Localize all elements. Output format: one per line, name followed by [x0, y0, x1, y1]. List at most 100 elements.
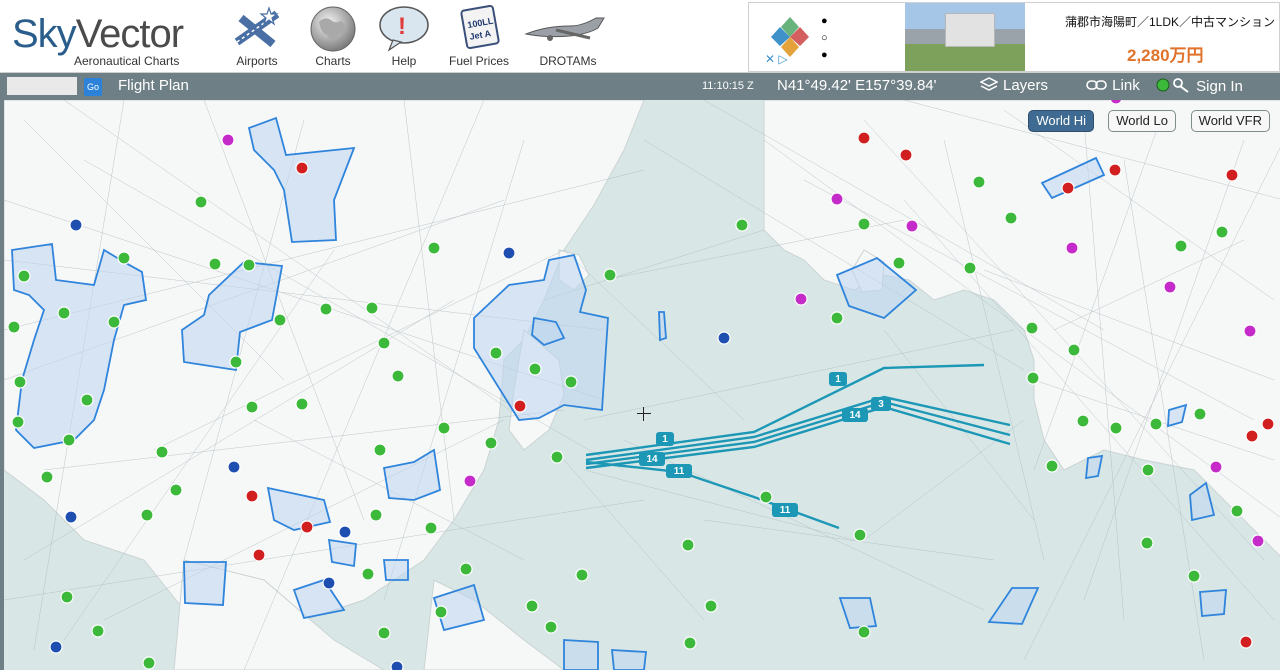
airport-marker[interactable]	[1174, 239, 1188, 253]
airport-marker[interactable]	[735, 218, 749, 232]
airport-marker[interactable]	[338, 525, 352, 539]
track-label[interactable]: 3	[871, 397, 891, 411]
airport-marker[interactable]	[373, 443, 387, 457]
airport-marker[interactable]	[528, 362, 542, 376]
airport-marker[interactable]	[434, 605, 448, 619]
airport-marker[interactable]	[513, 399, 527, 413]
airport-marker[interactable]	[1045, 459, 1059, 473]
airport-marker[interactable]	[857, 625, 871, 639]
airport-marker[interactable]	[484, 436, 498, 450]
airport-marker[interactable]	[1239, 635, 1253, 649]
airport-marker[interactable]	[892, 256, 906, 270]
airport-marker[interactable]	[377, 626, 391, 640]
airport-marker[interactable]	[361, 567, 375, 581]
layers-button[interactable]: Layers	[979, 77, 1048, 94]
airport-marker[interactable]	[575, 568, 589, 582]
airport-marker[interactable]	[1004, 211, 1018, 225]
airport-marker[interactable]	[463, 474, 477, 488]
airport-marker[interactable]	[369, 508, 383, 522]
airport-marker[interactable]	[857, 131, 871, 145]
airport-marker[interactable]	[13, 375, 27, 389]
ad-title[interactable]: 蒲郡市海陽町／1LDK／中古マンション	[1065, 13, 1275, 30]
airport-marker[interactable]	[208, 257, 222, 271]
airport-marker[interactable]	[155, 445, 169, 459]
airport-marker[interactable]	[242, 258, 256, 272]
airport-marker[interactable]	[1215, 225, 1229, 239]
link-button[interactable]: Link	[1086, 77, 1140, 94]
airport-marker[interactable]	[427, 241, 441, 255]
ad-dot[interactable]: ○	[821, 30, 835, 47]
airport-marker[interactable]	[273, 313, 287, 327]
airport-marker[interactable]	[252, 548, 266, 562]
airport-marker[interactable]	[905, 219, 919, 233]
flight-plan-button[interactable]: Flight Plan	[118, 77, 189, 94]
world-vfr-button[interactable]: World VFR	[1190, 110, 1270, 132]
airport-marker[interactable]	[11, 415, 25, 429]
airport-marker[interactable]	[300, 520, 314, 534]
map-canvas[interactable]: 1 1 14 3 14 11 11 World Hi World Lo Worl…	[0, 100, 1280, 670]
airport-marker[interactable]	[681, 538, 695, 552]
airport-marker[interactable]	[544, 620, 558, 634]
nav-drotams[interactable]: DROTAMs	[518, 4, 618, 70]
airport-marker[interactable]	[1163, 280, 1177, 294]
airport-marker[interactable]	[69, 218, 83, 232]
airport-marker[interactable]	[17, 269, 31, 283]
airport-marker[interactable]	[194, 195, 208, 209]
airport-marker[interactable]	[683, 636, 697, 650]
airport-marker[interactable]	[245, 489, 259, 503]
airport-marker[interactable]	[391, 369, 405, 383]
airport-marker[interactable]	[759, 490, 773, 504]
airport-marker[interactable]	[502, 246, 516, 260]
track-label[interactable]: 14	[639, 452, 665, 466]
airport-marker[interactable]	[140, 508, 154, 522]
nav-airports[interactable]: Airports	[222, 4, 292, 70]
airport-marker[interactable]	[525, 599, 539, 613]
airport-marker[interactable]	[830, 192, 844, 206]
nav-help[interactable]: ! Help	[372, 4, 436, 70]
track-label[interactable]: 14	[842, 408, 868, 422]
search-input[interactable]	[7, 77, 77, 95]
airport-marker[interactable]	[1261, 417, 1275, 431]
airport-marker[interactable]	[717, 331, 731, 345]
airport-marker[interactable]	[1243, 324, 1257, 338]
airport-marker[interactable]	[1245, 429, 1259, 443]
airport-marker[interactable]	[40, 470, 54, 484]
airport-marker[interactable]	[1109, 421, 1123, 435]
airport-marker[interactable]	[365, 301, 379, 315]
world-hi-button[interactable]: World Hi	[1028, 110, 1094, 132]
airport-marker[interactable]	[169, 483, 183, 497]
airport-marker[interactable]	[142, 656, 156, 670]
ad-dot[interactable]: ●	[821, 47, 835, 64]
nav-fuel-prices[interactable]: 100LL Jet A Fuel Prices	[442, 4, 516, 70]
airport-marker[interactable]	[1141, 463, 1155, 477]
airport-marker[interactable]	[1230, 504, 1244, 518]
airport-marker[interactable]	[80, 393, 94, 407]
airport-marker[interactable]	[857, 217, 871, 231]
ad-dot[interactable]: ●	[821, 13, 835, 30]
airport-marker[interactable]	[390, 660, 404, 670]
airport-marker[interactable]	[603, 268, 617, 282]
airport-marker[interactable]	[227, 460, 241, 474]
airport-marker[interactable]	[1026, 371, 1040, 385]
airport-marker[interactable]	[1025, 321, 1039, 335]
airport-marker[interactable]	[830, 311, 844, 325]
ad-price[interactable]: 2,280万円	[1127, 41, 1204, 66]
airport-marker[interactable]	[437, 421, 451, 435]
airport-marker[interactable]	[91, 624, 105, 638]
airport-marker[interactable]	[1225, 168, 1239, 182]
airport-marker[interactable]	[229, 355, 243, 369]
airport-marker[interactable]	[7, 320, 21, 334]
airport-marker[interactable]	[60, 590, 74, 604]
airport-marker[interactable]	[963, 261, 977, 275]
ad-banner[interactable]: ✕ ▷ ● ○ ● 蒲郡市海陽町／1LDK／中古マンション 2,280万円	[748, 2, 1280, 72]
track-label[interactable]: 11	[666, 464, 692, 478]
airport-marker[interactable]	[1067, 343, 1081, 357]
airport-marker[interactable]	[794, 292, 808, 306]
airport-marker[interactable]	[1140, 536, 1154, 550]
airport-marker[interactable]	[377, 336, 391, 350]
airport-marker[interactable]	[295, 161, 309, 175]
airport-marker[interactable]	[899, 148, 913, 162]
airport-marker[interactable]	[704, 599, 718, 613]
airport-marker[interactable]	[57, 306, 71, 320]
airport-marker[interactable]	[221, 133, 235, 147]
